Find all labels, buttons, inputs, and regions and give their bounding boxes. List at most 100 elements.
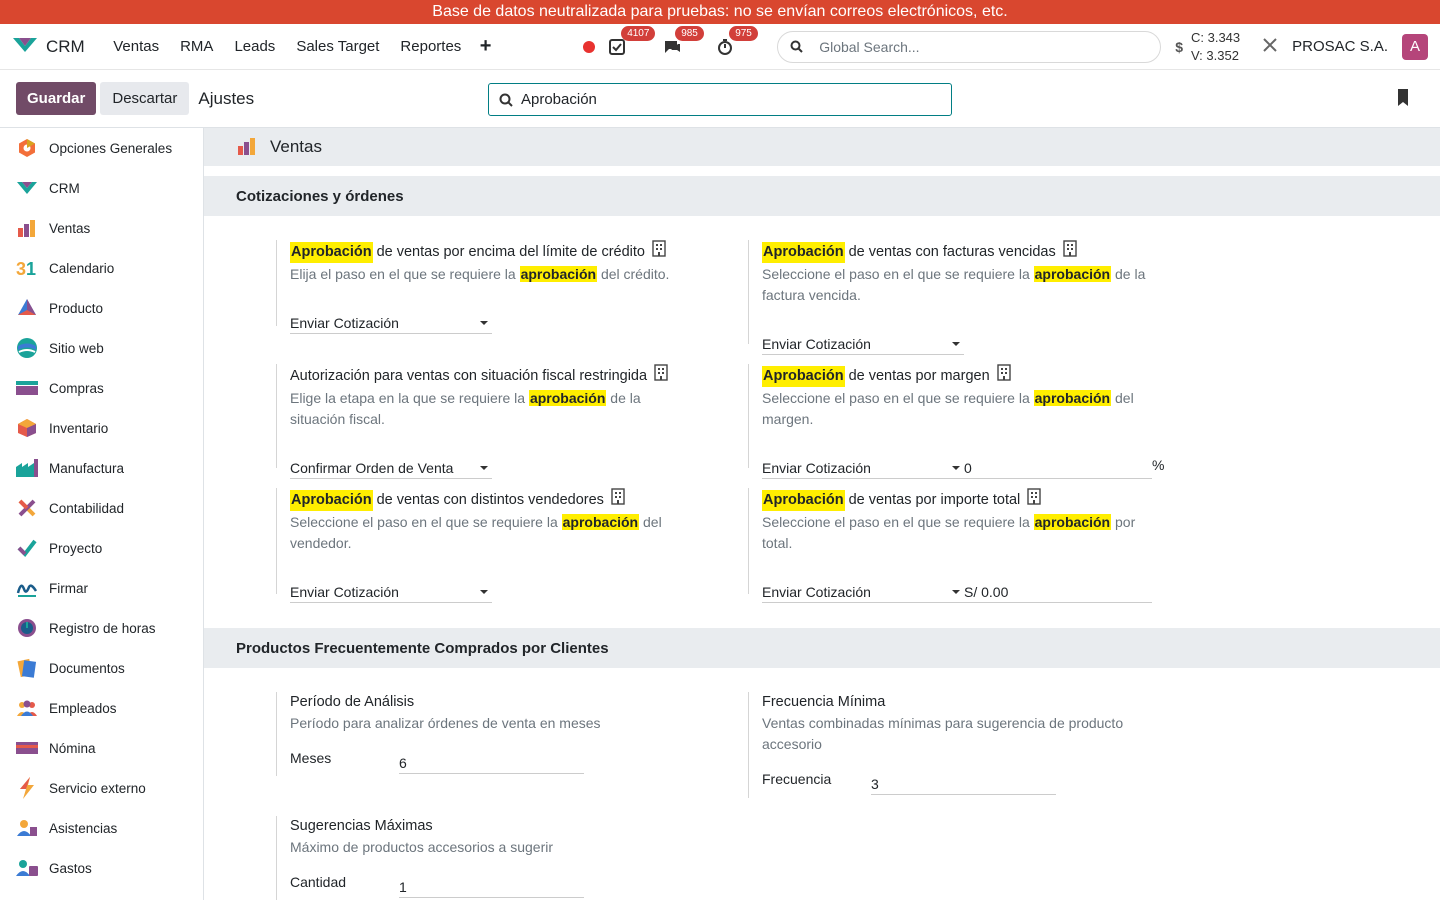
app-section-header: Ventas: [204, 128, 1440, 166]
sidebar-item-calendario[interactable]: 31 Calendario: [0, 248, 203, 288]
recording-indicator-icon[interactable]: [583, 40, 596, 53]
sidebar-item-firmar[interactable]: Firmar: [0, 568, 203, 608]
months-input[interactable]: 6: [399, 752, 584, 774]
chevron-down-icon: [952, 590, 960, 594]
setting-margin-approval: Aprobación de ventas por margen Seleccio…: [748, 364, 1168, 479]
settings-search-box[interactable]: [488, 83, 952, 116]
sidebar-item-label: Proyecto: [49, 540, 103, 556]
sidebar-item-compras[interactable]: Compras: [0, 368, 203, 408]
accounting-icon: [16, 497, 38, 519]
systray: 4107 985 975 $ C: 3.343 V: 3.352 PROSAC …: [583, 25, 1428, 65]
quantity-input[interactable]: 1: [399, 876, 584, 898]
menu-ventas[interactable]: Ventas: [103, 38, 170, 55]
setting-fiscal-authorization: Autorización para ventas con situación f…: [276, 364, 696, 479]
sidebar-item-nomina[interactable]: Nómina: [0, 728, 203, 768]
setting-title: de ventas por margen: [844, 367, 990, 384]
product-icon: [16, 297, 38, 319]
company-building-icon: [611, 488, 625, 512]
highlight: Aprobación: [290, 489, 373, 511]
user-avatar[interactable]: A: [1402, 33, 1428, 60]
sidebar-item-servicio-externo[interactable]: Servicio externo: [0, 768, 203, 808]
setting-credit-approval: Aprobación de ventas por encima del lími…: [276, 240, 696, 334]
total-approval-select[interactable]: Enviar Cotización: [762, 581, 964, 603]
global-search-input[interactable]: [819, 38, 1120, 55]
settings-content: Ventas Cotizaciones y órdenes Aprobación…: [204, 128, 1440, 900]
frequent-settings-grid: Período de Análisis Período para analiza…: [204, 668, 1440, 900]
highlight: Aprobación: [762, 489, 845, 511]
sidebar-item-sitio-web[interactable]: Sitio web: [0, 328, 203, 368]
timer-count-badge: 975: [729, 25, 758, 41]
chevron-down-icon: [952, 466, 960, 470]
sidebar-item-producto[interactable]: Producto: [0, 288, 203, 328]
expenses-icon: [16, 857, 38, 879]
frequency-input[interactable]: 3: [871, 773, 1056, 795]
global-search-box[interactable]: [777, 30, 1162, 63]
highlight: aprobación: [561, 514, 640, 530]
neutralized-db-banner: Base de datos neutralizada para pruebas:…: [0, 0, 1440, 24]
sign-icon: [16, 577, 38, 599]
quantity-label: Cantidad: [290, 874, 347, 890]
crm-logo-icon: [12, 36, 38, 57]
company-building-icon: [654, 364, 668, 388]
sidebar-item-crm[interactable]: CRM: [0, 168, 203, 208]
credit-approval-select[interactable]: Enviar Cotización: [290, 312, 492, 334]
sidebar-item-label: Registro de horas: [49, 620, 156, 636]
sidebar-item-label: Asistencias: [49, 820, 118, 836]
activities-button[interactable]: 4107: [609, 25, 656, 59]
sidebar-item-empleados[interactable]: Empleados: [0, 688, 203, 728]
sidebar-item-manufactura[interactable]: Manufactura: [0, 448, 203, 488]
sidebar-item-registro-horas[interactable]: Registro de horas: [0, 608, 203, 648]
sidebar-item-label: Opciones Generales: [49, 140, 173, 156]
frequency-label: Frecuencia: [762, 771, 832, 787]
margin-percent-input[interactable]: 0: [964, 457, 1152, 479]
months-label: Meses: [290, 750, 332, 766]
page-title: Ajustes: [198, 88, 255, 108]
bookmark-icon[interactable]: [1396, 89, 1410, 110]
messages-button[interactable]: 985: [663, 25, 704, 59]
sidebar-item-label: Sitio web: [49, 340, 104, 356]
overdue-approval-select[interactable]: Enviar Cotización: [762, 333, 964, 355]
highlight: Aprobación: [762, 241, 845, 263]
fiscal-authorization-select[interactable]: Confirmar Orden de Venta: [290, 457, 492, 479]
app-name: CRM: [46, 36, 85, 56]
sidebar-item-general[interactable]: Opciones Generales: [0, 128, 203, 168]
setting-min-frequency: Frecuencia Mínima Ventas combinadas míni…: [748, 692, 1168, 798]
sidebar-item-contabilidad[interactable]: Contabilidad: [0, 488, 203, 528]
messages-count-badge: 985: [675, 25, 704, 41]
sidebar-item-label: Servicio externo: [49, 780, 146, 796]
debug-tools-icon[interactable]: [1262, 37, 1278, 56]
sidebar-item-ventas[interactable]: Ventas: [0, 208, 203, 248]
chevron-down-icon: [480, 466, 488, 470]
menu-reportes[interactable]: Reportes: [390, 38, 472, 55]
highlight: aprobación: [1033, 266, 1112, 282]
activity-check-icon: [609, 38, 626, 55]
sidebar-item-asistencias[interactable]: Asistencias: [0, 808, 203, 848]
discard-button[interactable]: Descartar: [100, 82, 190, 115]
sidebar-item-label: Contabilidad: [49, 500, 125, 516]
total-amount-input[interactable]: S/ 0.00: [964, 581, 1152, 603]
sidebar-item-proyecto[interactable]: Proyecto: [0, 528, 203, 568]
save-button[interactable]: Guardar: [16, 82, 97, 115]
highlight: Aprobación: [762, 365, 845, 387]
add-menu-icon[interactable]: +: [472, 35, 500, 58]
sidebar-item-gastos[interactable]: Gastos: [0, 848, 203, 888]
inventory-icon: [16, 417, 38, 439]
currency-rates[interactable]: $ C: 3.343 V: 3.352: [1175, 29, 1240, 65]
search-icon: [790, 40, 803, 53]
menu-sales-target[interactable]: Sales Target: [286, 38, 390, 55]
settings-search-input[interactable]: [521, 91, 921, 108]
sidebar-item-documentos[interactable]: Documentos: [0, 648, 203, 688]
setting-desc: Período para analizar órdenes de venta e…: [290, 715, 601, 731]
sellers-approval-select[interactable]: Enviar Cotización: [290, 581, 492, 603]
menu-leads[interactable]: Leads: [224, 38, 286, 55]
sidebar-item-inventario[interactable]: Inventario: [0, 408, 203, 448]
company-building-icon: [1063, 240, 1077, 264]
timer-button[interactable]: 975: [717, 25, 758, 59]
company-switcher[interactable]: PROSAC S.A.: [1292, 38, 1388, 55]
app-brand[interactable]: CRM: [12, 36, 85, 57]
activity-count-badge: 4107: [621, 25, 656, 41]
chevron-down-icon: [952, 342, 960, 346]
menu-rma[interactable]: RMA: [170, 38, 224, 55]
margin-approval-select[interactable]: Enviar Cotización: [762, 457, 964, 479]
setting-title: Autorización para ventas con situación f…: [290, 367, 648, 384]
